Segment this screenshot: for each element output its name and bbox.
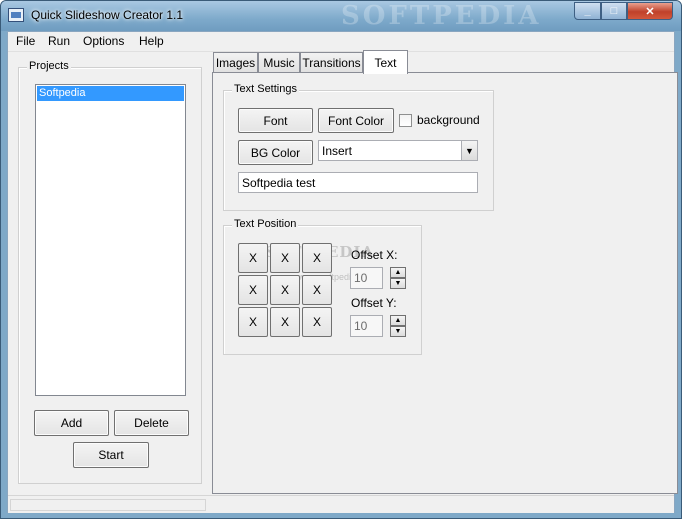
tab-text[interactable]: Text (363, 50, 408, 74)
text-input-value: Softpedia test (242, 175, 316, 190)
font-button[interactable]: Font (238, 108, 313, 133)
start-button[interactable]: Start (73, 442, 149, 468)
offset-x-value: 10 (354, 271, 368, 285)
position-top-center-button[interactable]: X (270, 243, 300, 273)
app-icon (8, 8, 24, 22)
tab-images[interactable]: Images (213, 52, 258, 73)
offset-y-value: 10 (354, 319, 368, 333)
minimize-button[interactable]: _ (574, 2, 601, 20)
text-mode-value: Insert (322, 143, 353, 158)
softpedia-watermark: SOFTPEDIA (341, 1, 542, 31)
position-top-left-button[interactable]: X (238, 243, 268, 273)
position-top-right-button[interactable]: X (302, 243, 332, 273)
position-bottom-center-button[interactable]: X (270, 307, 300, 337)
position-middle-right-button[interactable]: X (302, 275, 332, 305)
offset-x-label: Offset X: (351, 248, 398, 262)
background-checkbox[interactable] (399, 114, 412, 127)
client-area: File Run Options Help Projects Softpedia… (7, 31, 678, 513)
menu-bar: File Run Options Help (8, 32, 674, 52)
project-list-item[interactable]: Softpedia (37, 86, 184, 101)
offset-x-field[interactable]: 10 (350, 267, 383, 289)
bg-color-button[interactable]: BG Color (238, 140, 313, 165)
position-center-button[interactable]: X (270, 275, 300, 305)
status-bar (8, 495, 674, 513)
delete-button[interactable]: Delete (114, 410, 189, 436)
app-window: Quick Slideshow Creator 1.1 SOFTPEDIA _ … (0, 0, 682, 519)
text-mode-select[interactable]: Insert ▼ (318, 140, 478, 161)
offset-y-spinner[interactable]: ▲ ▼ (390, 315, 406, 337)
text-input[interactable]: Softpedia test (238, 172, 478, 193)
arrow-up-icon[interactable]: ▲ (390, 315, 406, 326)
tab-music[interactable]: Music (258, 52, 300, 73)
text-position-title: Text Position (232, 218, 299, 230)
menu-options[interactable]: Options (83, 34, 124, 48)
maximize-button[interactable]: □ (601, 2, 627, 20)
status-segment (10, 499, 206, 511)
background-checkbox-label: background (417, 113, 480, 127)
menu-help[interactable]: Help (139, 34, 164, 48)
menu-run[interactable]: Run (48, 34, 70, 48)
projects-group-title: Projects (27, 60, 71, 72)
position-bottom-right-button[interactable]: X (302, 307, 332, 337)
project-list[interactable]: Softpedia (35, 84, 186, 396)
arrow-down-icon[interactable]: ▼ (390, 278, 406, 289)
position-middle-left-button[interactable]: X (238, 275, 268, 305)
arrow-up-icon[interactable]: ▲ (390, 267, 406, 278)
offset-x-spinner[interactable]: ▲ ▼ (390, 267, 406, 289)
menu-file[interactable]: File (16, 34, 35, 48)
add-button[interactable]: Add (34, 410, 109, 436)
close-button[interactable]: ✕ (627, 2, 673, 20)
position-bottom-left-button[interactable]: X (238, 307, 268, 337)
window-title: Quick Slideshow Creator 1.1 (31, 8, 184, 22)
offset-y-field[interactable]: 10 (350, 315, 383, 337)
tab-transitions[interactable]: Transitions (300, 52, 363, 73)
chevron-down-icon[interactable]: ▼ (461, 141, 477, 160)
title-bar[interactable]: Quick Slideshow Creator 1.1 SOFTPEDIA _ … (1, 1, 681, 31)
font-color-button[interactable]: Font Color (318, 108, 394, 133)
arrow-down-icon[interactable]: ▼ (390, 326, 406, 337)
offset-y-label: Offset Y: (351, 296, 397, 310)
text-settings-title: Text Settings (232, 83, 299, 95)
